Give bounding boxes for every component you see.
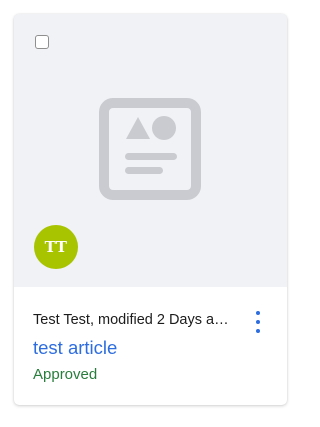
vertical-ellipsis-icon[interactable] (250, 311, 266, 333)
card-subtitle: Test Test, modified 2 Days ago (33, 312, 229, 328)
kebab-dot (256, 320, 260, 324)
select-checkbox[interactable] (35, 35, 49, 49)
author-avatar: TT (34, 225, 78, 269)
card-body: Test Test, modified 2 Days ago test arti… (14, 287, 287, 405)
status-label: Approved (33, 366, 98, 383)
document-image-placeholder-icon (99, 98, 201, 200)
kebab-dot (256, 329, 260, 333)
card-preview-area[interactable]: TT (14, 14, 287, 287)
article-card[interactable]: TT Test Test, modified 2 Days ago test a… (14, 14, 287, 405)
kebab-dot (256, 311, 260, 315)
card-title-link[interactable]: test article (33, 336, 117, 360)
avatar-initials: TT (44, 238, 68, 256)
